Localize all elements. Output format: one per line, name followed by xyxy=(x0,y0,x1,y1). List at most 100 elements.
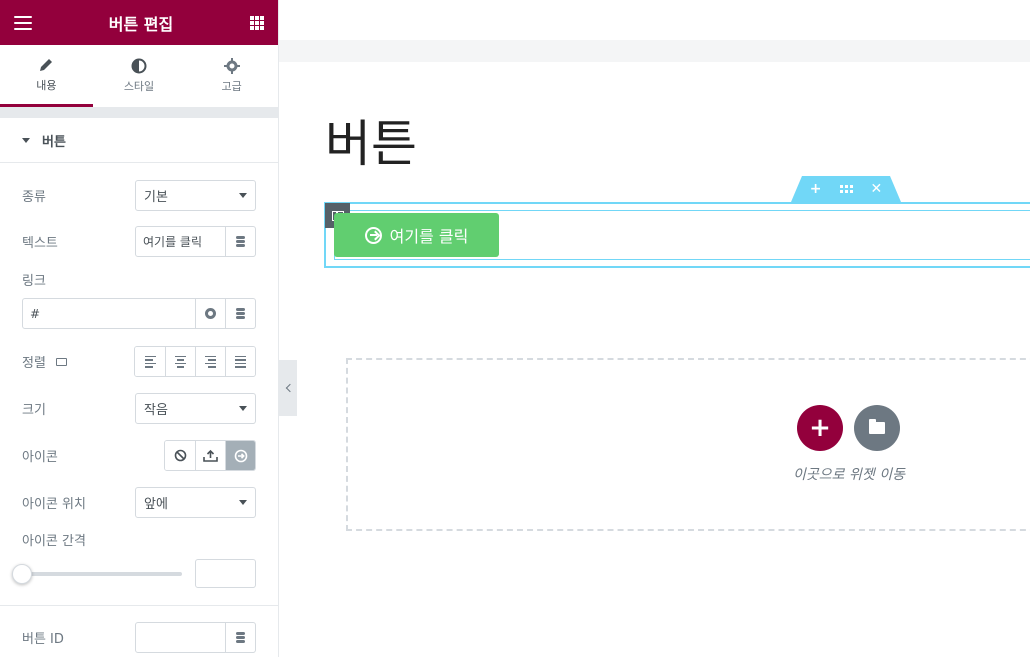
preview-canvas: 버튼 + ✕ 여기를 클릭 + 이곳으로 위젯 이동 xyxy=(279,0,1030,657)
chevron-down-icon xyxy=(239,500,247,505)
align-justify-button[interactable] xyxy=(225,347,255,376)
icon-spacing-slider-handle[interactable] xyxy=(12,564,32,584)
button-id-input[interactable] xyxy=(136,623,225,652)
icon-spacing-input[interactable] xyxy=(195,559,256,588)
icon-label: 아이콘 xyxy=(22,450,58,465)
caret-down-icon xyxy=(22,137,30,143)
preview-top-strip xyxy=(279,40,1030,62)
align-label-text: 정렬 xyxy=(22,356,46,371)
panel-tabs: 내용 스타일 고급 xyxy=(0,45,278,107)
tab-style[interactable]: 스타일 xyxy=(93,45,186,107)
chevron-left-icon xyxy=(285,383,294,393)
align-label: 정렬 xyxy=(22,352,67,371)
size-label: 크기 xyxy=(22,403,46,418)
section-separator xyxy=(0,107,278,118)
section-handle[interactable]: + ✕ xyxy=(791,176,901,202)
plus-icon: + xyxy=(809,413,831,443)
chevron-down-icon xyxy=(239,406,247,411)
ban-icon xyxy=(174,449,186,462)
text-input-group: 여기를 클릭 xyxy=(135,226,256,257)
icon-upload-button[interactable] xyxy=(195,441,225,470)
preview-button[interactable]: 여기를 클릭 xyxy=(334,213,499,257)
link-input[interactable]: # xyxy=(23,299,195,328)
desktop-icon[interactable] xyxy=(55,357,67,366)
type-label: 종류 xyxy=(22,190,46,205)
menu-icon[interactable] xyxy=(14,15,32,30)
link-input-group: # xyxy=(22,298,256,329)
drop-zone[interactable] xyxy=(346,358,1030,531)
align-center-button[interactable] xyxy=(165,347,195,376)
folder-icon xyxy=(869,419,885,434)
type-select[interactable]: 기본 xyxy=(135,180,256,211)
align-left-button[interactable] xyxy=(135,347,165,376)
size-select-value: 작음 xyxy=(144,403,168,418)
button-id-input-group xyxy=(135,622,256,653)
add-icon[interactable]: + xyxy=(810,181,822,197)
database-icon xyxy=(236,236,245,247)
database-icon xyxy=(236,632,245,643)
link-options-button[interactable] xyxy=(195,299,225,328)
section-toggle-button[interactable]: 버튼 xyxy=(0,118,278,163)
icon-position-value: 앞에 xyxy=(144,497,168,512)
gear-icon xyxy=(205,308,216,319)
page-heading[interactable]: 버튼 xyxy=(325,104,417,176)
text-input[interactable]: 여기를 클릭 xyxy=(136,227,225,256)
dynamic-tags-button[interactable] xyxy=(225,227,255,256)
size-control: 크기 작음 xyxy=(22,393,256,424)
type-select-value: 기본 xyxy=(144,190,168,205)
icon-position-control: 아이콘 위치 앞에 xyxy=(22,487,256,518)
icon-position-label: 아이콘 위치 xyxy=(22,497,86,512)
upload-icon xyxy=(203,449,218,462)
drag-handle-icon[interactable] xyxy=(839,185,853,193)
icon-position-select[interactable]: 앞에 xyxy=(135,487,256,518)
icon-spacing-slider-track[interactable] xyxy=(22,572,182,576)
link-label: 링크 xyxy=(22,274,46,289)
collapse-panel-button[interactable] xyxy=(279,360,297,416)
tab-advanced[interactable]: 고급 xyxy=(185,45,278,107)
tab-style-label: 스타일 xyxy=(123,80,155,93)
icon-library-button[interactable] xyxy=(225,441,255,470)
type-control: 종류 기본 xyxy=(22,180,256,211)
arrow-circle-right-icon xyxy=(364,226,382,244)
icon-choice-group xyxy=(164,440,256,471)
panel-title: 버튼 편집 xyxy=(108,14,174,34)
icon-control: 아이콘 xyxy=(22,440,256,471)
text-control: 텍스트 여기를 클릭 xyxy=(22,226,256,257)
database-icon xyxy=(236,308,245,319)
pencil-icon xyxy=(40,58,53,71)
tab-content[interactable]: 내용 xyxy=(0,45,93,107)
widgets-grid-icon[interactable] xyxy=(249,15,264,30)
panel-header: 버튼 편집 xyxy=(0,0,278,45)
size-select[interactable]: 작음 xyxy=(135,393,256,424)
button-id-dynamic-button[interactable] xyxy=(225,623,255,652)
icon-spacing-label-row: 아이콘 간격 xyxy=(22,530,256,549)
half-circle-icon xyxy=(131,58,147,74)
section-title: 버튼 xyxy=(42,134,66,150)
icon-none-button[interactable] xyxy=(165,441,195,470)
align-center-icon xyxy=(175,355,186,368)
align-right-icon xyxy=(205,355,216,368)
arrow-circle-right-icon xyxy=(234,449,247,462)
editor-panel: 버튼 편집 내용 스타일 고급 버튼 종류 기본 텍스트 여기를 클릭 링크 #… xyxy=(0,0,279,657)
tab-content-label: 내용 xyxy=(36,78,57,92)
link-dynamic-button[interactable] xyxy=(225,299,255,328)
chevron-down-icon xyxy=(239,193,247,198)
icon-spacing-label: 아이콘 간격 xyxy=(22,534,86,549)
align-right-button[interactable] xyxy=(195,347,225,376)
gear-icon xyxy=(223,58,240,74)
button-id-control: 버튼 ID xyxy=(22,622,256,653)
divider xyxy=(0,605,278,606)
text-label: 텍스트 xyxy=(22,236,58,251)
close-icon[interactable]: ✕ xyxy=(871,181,883,197)
align-button-group xyxy=(134,346,256,377)
drop-zone-text: 이곳으로 위젯 이동 xyxy=(793,467,905,483)
link-label-row: 링크 xyxy=(22,270,256,289)
align-justify-icon xyxy=(235,355,246,368)
add-template-button[interactable] xyxy=(854,405,900,451)
button-id-label: 버튼 ID xyxy=(22,632,64,647)
add-section-button[interactable]: + xyxy=(797,405,843,451)
align-left-icon xyxy=(144,355,156,368)
preview-button-text: 여기를 클릭 xyxy=(389,227,469,246)
tab-advanced-label: 고급 xyxy=(221,80,242,93)
align-control: 정렬 xyxy=(22,346,256,377)
